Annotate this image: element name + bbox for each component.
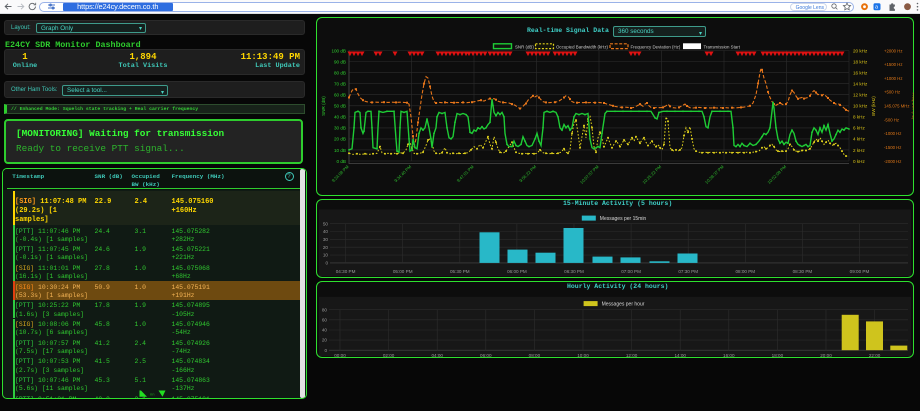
svg-text:00:00: 00:00 bbox=[334, 353, 346, 358]
svg-text:60: 60 bbox=[322, 317, 328, 322]
svg-text:22:00: 22:00 bbox=[869, 353, 881, 358]
svg-text:60 dB: 60 dB bbox=[334, 93, 346, 98]
svg-text:50: 50 bbox=[323, 221, 329, 226]
svg-text:06:00 PM: 06:00 PM bbox=[507, 269, 527, 274]
svg-text:2 kHz: 2 kHz bbox=[853, 148, 865, 153]
svg-text:+500 Hz: +500 Hz bbox=[884, 90, 900, 95]
svg-text:20 dB: 20 dB bbox=[334, 137, 346, 142]
svg-text:-500 Hz: -500 Hz bbox=[884, 117, 899, 122]
svg-text:20:00: 20:00 bbox=[820, 353, 832, 358]
svg-text:06:00: 06:00 bbox=[480, 353, 492, 358]
svg-text:20 kHz: 20 kHz bbox=[853, 48, 868, 53]
svg-text:Messages per hour: Messages per hour bbox=[602, 302, 645, 308]
svg-text:Messages per 15min: Messages per 15min bbox=[600, 216, 647, 222]
svg-text:4 kHz: 4 kHz bbox=[853, 137, 865, 142]
svg-text:30: 30 bbox=[323, 237, 329, 242]
svg-text:Transmission Start: Transmission Start bbox=[704, 45, 741, 50]
svg-text:70 dB: 70 dB bbox=[334, 82, 346, 87]
svg-text:06:30 PM: 06:30 PM bbox=[564, 269, 584, 274]
svg-text:16 kHz: 16 kHz bbox=[853, 70, 868, 75]
svg-text:18 kHz: 18 kHz bbox=[853, 59, 868, 64]
svg-text:100 dB: 100 dB bbox=[331, 48, 346, 53]
svg-text:08:00 PM: 08:00 PM bbox=[735, 269, 755, 274]
svg-text:+1000 Hz: +1000 Hz bbox=[884, 76, 903, 81]
svg-text:9:34:40 PM: 9:34:40 PM bbox=[393, 164, 412, 183]
svg-text:10 kHz: 10 kHz bbox=[853, 104, 868, 109]
svg-text:08:30 PM: 08:30 PM bbox=[793, 269, 813, 274]
svg-text:12 kHz: 12 kHz bbox=[853, 93, 868, 98]
svg-text:SNR (dB): SNR (dB) bbox=[515, 45, 534, 50]
svg-text:9:24:08 PM: 9:24:08 PM bbox=[331, 164, 350, 183]
svg-text:05:00 PM: 05:00 PM bbox=[393, 269, 413, 274]
svg-text:16:00: 16:00 bbox=[723, 353, 735, 358]
svg-text:40: 40 bbox=[323, 229, 329, 234]
svg-text:10 dB: 10 dB bbox=[334, 148, 346, 153]
svg-text:80: 80 bbox=[322, 307, 328, 312]
svg-text:8 kHz: 8 kHz bbox=[853, 115, 865, 120]
svg-text:9:47:01 PM: 9:47:01 PM bbox=[456, 164, 475, 183]
svg-text:Occupied Bandwidth (kHz): Occupied Bandwidth (kHz) bbox=[556, 45, 609, 50]
svg-text:04:00: 04:00 bbox=[431, 353, 443, 358]
svg-text:10:00: 10:00 bbox=[577, 353, 589, 358]
svg-text:80 dB: 80 dB bbox=[334, 70, 346, 75]
svg-text:+2000 Hz: +2000 Hz bbox=[884, 48, 903, 53]
svg-text:10:07:57 PM: 10:07:57 PM bbox=[579, 164, 600, 185]
svg-text:+1500 Hz: +1500 Hz bbox=[884, 62, 903, 67]
svg-text:nn: nn bbox=[150, 391, 154, 396]
svg-text:04:30 PM: 04:30 PM bbox=[336, 269, 356, 274]
svg-text:05:30 PM: 05:30 PM bbox=[450, 269, 470, 274]
svg-text:07:30 PM: 07:30 PM bbox=[678, 269, 698, 274]
svg-text:9:56:22 PM: 9:56:22 PM bbox=[518, 164, 537, 183]
svg-text:14 kHz: 14 kHz bbox=[853, 82, 868, 87]
svg-text:-1000 Hz: -1000 Hz bbox=[884, 131, 901, 136]
svg-text:08:00: 08:00 bbox=[529, 353, 541, 358]
svg-text:18:00: 18:00 bbox=[772, 353, 784, 358]
svg-text:40 dB: 40 dB bbox=[334, 115, 346, 120]
svg-text:50 dB: 50 dB bbox=[334, 104, 346, 109]
svg-text:10:38:37 PM: 10:38:37 PM bbox=[704, 164, 725, 185]
svg-text:Frequency Deviation (Hz): Frequency Deviation (Hz) bbox=[631, 45, 681, 50]
svg-text:0: 0 bbox=[325, 261, 328, 266]
svg-text:0: 0 bbox=[324, 348, 327, 353]
svg-text:07:00 PM: 07:00 PM bbox=[621, 269, 641, 274]
svg-text:6 kHz: 6 kHz bbox=[853, 126, 865, 131]
svg-text:02:00: 02:00 bbox=[383, 353, 395, 358]
svg-text:10: 10 bbox=[323, 253, 329, 258]
svg-text:10:52:09 PM: 10:52:09 PM bbox=[766, 164, 787, 185]
svg-text:12:00: 12:00 bbox=[626, 353, 638, 358]
svg-text:09:00 PM: 09:00 PM bbox=[850, 269, 870, 274]
svg-text:145.075 MHz: 145.075 MHz bbox=[884, 104, 910, 109]
svg-text:-2000 Hz: -2000 Hz bbox=[884, 159, 901, 164]
svg-text:20: 20 bbox=[322, 338, 328, 343]
svg-text:40: 40 bbox=[322, 328, 328, 333]
svg-text:BW (kHz): BW (kHz) bbox=[871, 96, 876, 116]
svg-text:90 dB: 90 dB bbox=[334, 59, 346, 64]
svg-text:10:25:22 PM: 10:25:22 PM bbox=[641, 164, 662, 185]
svg-text:Freq Dev (Hz): Freq Dev (Hz) bbox=[912, 93, 915, 121]
svg-text:0 kHz: 0 kHz bbox=[853, 159, 865, 164]
svg-text:-1500 Hz: -1500 Hz bbox=[884, 145, 901, 150]
svg-text:SNR (dB): SNR (dB) bbox=[321, 96, 326, 116]
svg-text:30 dB: 30 dB bbox=[334, 126, 346, 131]
svg-text:0 dB: 0 dB bbox=[337, 159, 346, 164]
svg-text:20: 20 bbox=[323, 245, 329, 250]
svg-text:14:00: 14:00 bbox=[674, 353, 686, 358]
